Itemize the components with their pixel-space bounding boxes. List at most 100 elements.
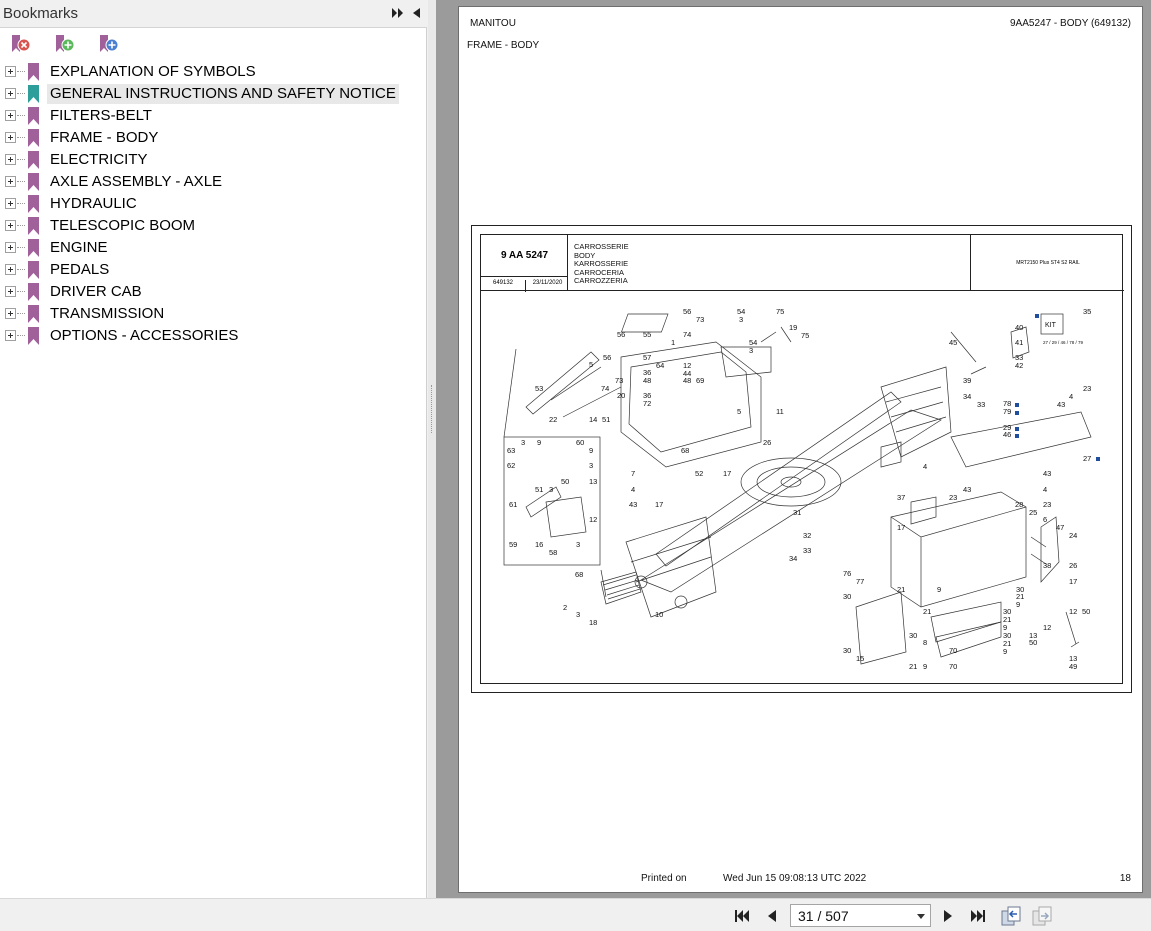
- bookmark-axle-assembly[interactable]: AXLE ASSEMBLY - AXLE: [0, 171, 427, 193]
- bookmark-engine[interactable]: ENGINE: [0, 237, 427, 259]
- bookmark-label[interactable]: ELECTRICITY: [47, 150, 151, 170]
- expand-node-icon[interactable]: [5, 286, 16, 297]
- expand-node-icon[interactable]: [5, 88, 16, 99]
- svg-text:50: 50: [561, 477, 569, 486]
- bookmark-frame-body[interactable]: FRAME - BODY: [0, 127, 427, 149]
- bookmark-label[interactable]: EXPLANATION OF SYMBOLS: [47, 62, 259, 82]
- bookmarks-header: Bookmarks: [0, 0, 427, 28]
- svg-text:4: 4: [1069, 392, 1073, 401]
- expand-node-icon[interactable]: [5, 198, 16, 209]
- expand-node-icon[interactable]: [5, 66, 16, 77]
- expand-node-icon[interactable]: [5, 132, 16, 143]
- svg-text:41: 41: [1015, 338, 1023, 347]
- svg-text:48: 48: [643, 376, 651, 385]
- expand-node-icon[interactable]: [5, 308, 16, 319]
- svg-text:3: 3: [739, 315, 743, 324]
- tree-connector: [17, 313, 25, 314]
- svg-text:58: 58: [549, 548, 557, 557]
- bookmark-transmission[interactable]: TRANSMISSION: [0, 303, 427, 325]
- bookmark-filters-belt[interactable]: FILTERS-BELT: [0, 105, 427, 127]
- bookmark-general-instructions[interactable]: GENERAL INSTRUCTIONS AND SAFETY NOTICE: [0, 83, 427, 105]
- expand-node-icon[interactable]: [5, 220, 16, 231]
- bookmark-pedals[interactable]: PEDALS: [0, 259, 427, 281]
- svg-text:22: 22: [549, 415, 557, 424]
- svg-text:15: 15: [856, 654, 864, 663]
- svg-text:79: 79: [1003, 407, 1011, 416]
- first-page-icon[interactable]: [733, 907, 751, 925]
- bookmark-label[interactable]: HYDRAULIC: [47, 194, 140, 214]
- bookmark-label[interactable]: PEDALS: [47, 260, 112, 280]
- svg-text:31: 31: [793, 508, 801, 517]
- bookmark-label[interactable]: AXLE ASSEMBLY - AXLE: [47, 172, 225, 192]
- expand-node-icon[interactable]: [5, 154, 16, 165]
- svg-text:18: 18: [589, 618, 597, 627]
- expand-panel-icon[interactable]: [391, 6, 405, 20]
- next-page-icon[interactable]: [939, 907, 957, 925]
- svg-text:28: 28: [1015, 500, 1023, 509]
- page-selector[interactable]: 31 / 507: [790, 904, 931, 927]
- splitter-grip[interactable]: [431, 385, 433, 433]
- bookmark-explanation-of-symbols[interactable]: EXPLANATION OF SYMBOLS: [0, 61, 427, 83]
- svg-text:10: 10: [655, 610, 663, 619]
- exploded-parts-diagram: KIT 27 / 29 / 46 / 78 / 79 5673 56 55 741…: [503, 307, 1100, 671]
- add-child-bookmark-icon[interactable]: [97, 33, 119, 55]
- svg-text:73: 73: [615, 376, 623, 385]
- svg-text:11: 11: [776, 407, 784, 416]
- expand-node-icon[interactable]: [5, 110, 16, 121]
- bookmark-label[interactable]: OPTIONS - ACCESSORIES: [47, 326, 241, 346]
- bookmark-hydraulic[interactable]: HYDRAULIC: [0, 193, 427, 215]
- delete-bookmark-icon[interactable]: [9, 33, 31, 55]
- bookmark-label[interactable]: ENGINE: [47, 238, 111, 258]
- go-forward-icon[interactable]: [1032, 906, 1052, 926]
- svg-text:48: 48: [683, 376, 691, 385]
- bookmark-telescopic-boom[interactable]: TELESCOPIC BOOM: [0, 215, 427, 237]
- previous-page-icon[interactable]: [763, 907, 781, 925]
- printed-on-label: Printed on: [641, 873, 687, 884]
- bookmark-label[interactable]: FRAME - BODY: [47, 128, 161, 148]
- svg-text:61: 61: [509, 500, 517, 509]
- kit-marker-icon: [1015, 411, 1019, 415]
- bookmark-label[interactable]: TELESCOPIC BOOM: [47, 216, 198, 236]
- bookmark-options-accessories[interactable]: OPTIONS - ACCESSORIES: [0, 325, 427, 347]
- svg-text:4: 4: [1043, 485, 1047, 494]
- add-bookmark-icon[interactable]: [53, 33, 75, 55]
- svg-text:3: 3: [576, 610, 580, 619]
- svg-text:39: 39: [963, 376, 971, 385]
- bookmark-icon: [28, 261, 39, 279]
- bookmark-label[interactable]: FILTERS-BELT: [47, 106, 155, 126]
- expand-node-icon[interactable]: [5, 242, 16, 253]
- collapse-panel-icon[interactable]: [410, 6, 422, 20]
- svg-text:25: 25: [1029, 508, 1037, 517]
- panel-splitter[interactable]: [428, 0, 436, 898]
- svg-text:12: 12: [589, 515, 597, 524]
- bookmark-electricity[interactable]: ELECTRICITY: [0, 149, 427, 171]
- svg-text:75: 75: [776, 307, 784, 316]
- tree-connector: [17, 115, 25, 116]
- go-back-icon[interactable]: [1001, 906, 1021, 926]
- svg-text:4: 4: [923, 462, 927, 471]
- document-viewer[interactable]: MANITOU 9AA5247 - BODY (649132) FRAME - …: [436, 0, 1151, 898]
- drawing-frame: 9 AA 5247 649132 23/11/2020 CARROSSERIE …: [471, 225, 1132, 693]
- svg-text:35: 35: [1083, 307, 1091, 316]
- svg-text:68: 68: [575, 570, 583, 579]
- chevron-down-icon[interactable]: [917, 914, 925, 919]
- tree-connector: [17, 71, 25, 72]
- bookmarks-title: Bookmarks: [3, 5, 79, 22]
- kit-marker-icon: [1015, 403, 1019, 407]
- bookmark-label[interactable]: GENERAL INSTRUCTIONS AND SAFETY NOTICE: [47, 84, 399, 104]
- expand-node-icon[interactable]: [5, 176, 16, 187]
- tree-connector: [17, 335, 25, 336]
- svg-text:56: 56: [617, 330, 625, 339]
- bookmark-driver-cab[interactable]: DRIVER CAB: [0, 281, 427, 303]
- drawing-id: 649132: [481, 280, 526, 292]
- bookmark-label[interactable]: TRANSMISSION: [47, 304, 167, 324]
- expand-node-icon[interactable]: [5, 330, 16, 341]
- last-page-icon[interactable]: [969, 907, 987, 925]
- svg-text:74: 74: [683, 330, 691, 339]
- svg-text:32: 32: [803, 531, 811, 540]
- bookmark-icon: [28, 63, 39, 81]
- bookmark-label[interactable]: DRIVER CAB: [47, 282, 145, 302]
- svg-text:70: 70: [949, 646, 957, 655]
- drawing-code: 9 AA 5247: [500, 250, 549, 261]
- expand-node-icon[interactable]: [5, 264, 16, 275]
